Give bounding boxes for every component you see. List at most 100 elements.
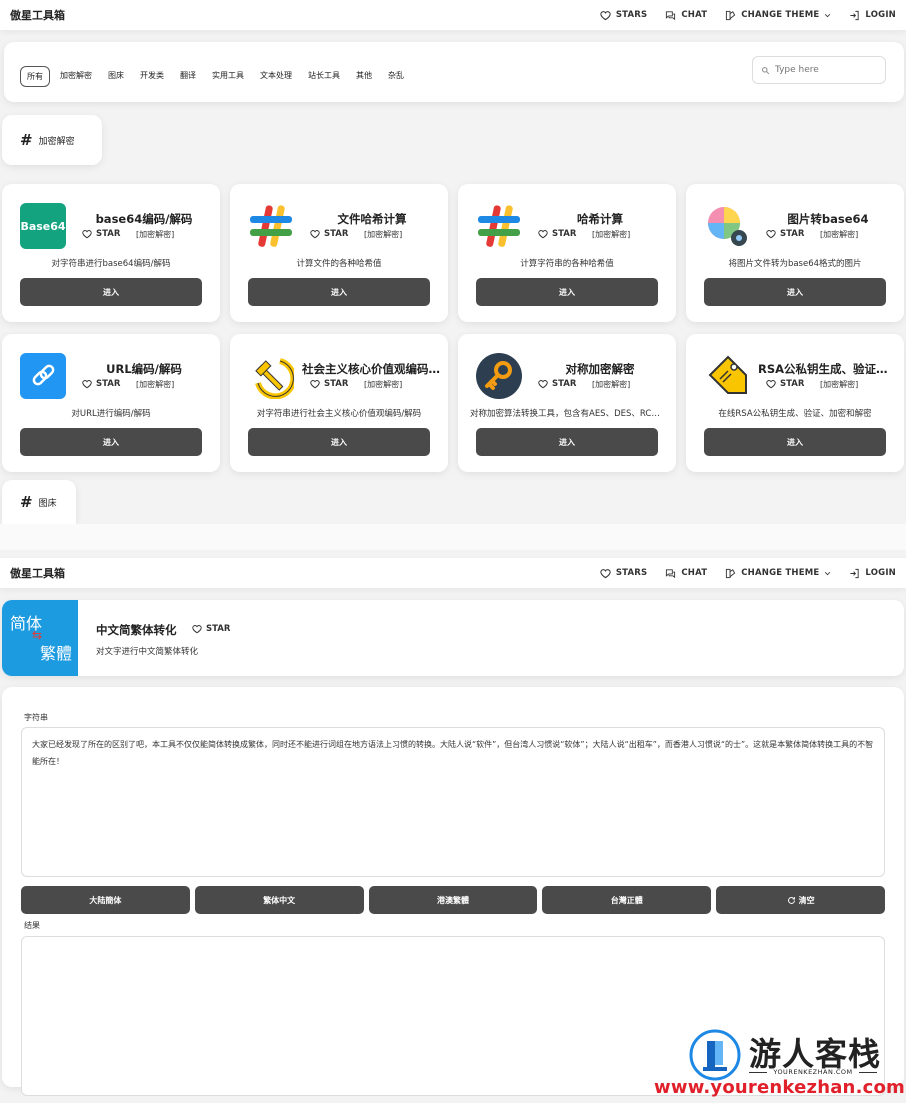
enter-button[interactable]: 进入: [20, 428, 202, 456]
palette-icon: [726, 568, 736, 578]
tab-all[interactable]: 所有: [20, 66, 50, 87]
colorful-hash-icon: [248, 203, 294, 249]
section-title: 加密解密: [38, 136, 75, 147]
heart-icon: [310, 380, 320, 389]
nav-stars-label: STARS: [615, 10, 648, 20]
tool-card-image-base64[interactable]: 图片转base64 STAR [加密解密] 将图片文件转为base64格式的图片…: [686, 184, 904, 322]
tool-card-rsa[interactable]: RSA公私钥生成、验证、加密和解密 STAR [加密解密] 在线RSA公私钥生成…: [686, 334, 904, 472]
tag-icon: [704, 353, 750, 399]
enter-button[interactable]: 进入: [704, 278, 886, 306]
star-button[interactable]: STAR: [538, 229, 576, 239]
nav-login[interactable]: LOGIN: [849, 568, 896, 579]
tool-card-symmetric-crypto[interactable]: 对称加密解密 STAR [加密解密] 对称加密算法转换工具，包含有AES、DES…: [458, 334, 676, 472]
brand-logo[interactable]: 傲星工具箱: [10, 565, 65, 581]
heart-icon: [82, 380, 92, 389]
nav-chat[interactable]: CHAT: [665, 10, 707, 21]
colorful-hash-icon: [476, 203, 522, 249]
star-button[interactable]: STAR: [538, 379, 576, 389]
nav-login-label: LOGIN: [865, 568, 896, 578]
tool-desc: 计算字符串的各种哈希值: [520, 259, 614, 269]
photo-icon: [704, 203, 750, 249]
clear-button[interactable]: 清空: [716, 886, 885, 914]
enter-button[interactable]: 进入: [248, 278, 430, 306]
star-button[interactable]: STAR: [82, 379, 120, 389]
tab-other[interactable]: 其他: [350, 66, 378, 87]
star-label: STAR: [780, 229, 805, 239]
star-button[interactable]: STAR: [310, 229, 348, 239]
nav-stars[interactable]: STARS: [600, 568, 648, 579]
chat-icon: [666, 568, 676, 578]
tool-detail-header: 简体 ⇆ 繁體 中文简繁体转化 STAR 对文字进行中文简繁体转化: [2, 600, 904, 676]
tool-desc: 在线RSA公私钥生成、验证、加密和解密: [718, 409, 872, 419]
star-button[interactable]: STAR: [766, 379, 804, 389]
nav-theme[interactable]: CHANGE THEME: [725, 568, 831, 579]
source-text-input[interactable]: 大家已经发现了所在的区别了吧，本工具不仅仅能简体转换成繁体，同时还不能进行词组在…: [21, 727, 885, 877]
star-button[interactable]: STAR: [192, 624, 230, 634]
tab-misc[interactable]: 杂乱: [382, 66, 410, 87]
tab-translate[interactable]: 翻译: [174, 66, 202, 87]
watermark-url: www.yourenkezhan.com: [654, 1077, 905, 1098]
section-encrypt-header: # 加密解密: [2, 115, 102, 165]
tab-encrypt[interactable]: 加密解密: [54, 66, 98, 87]
tool-category: [加密解密]: [592, 380, 631, 389]
nav-chat[interactable]: CHAT: [665, 568, 707, 579]
heart-icon: [538, 380, 548, 389]
star-label: STAR: [780, 379, 805, 389]
chat-icon: [666, 10, 676, 20]
brand-logo[interactable]: 傲星工具箱: [10, 7, 65, 23]
heart-icon: [192, 625, 202, 634]
enter-button[interactable]: 进入: [248, 428, 430, 456]
star-label: STAR: [324, 229, 349, 239]
section-imagebed-header: # 图床: [2, 480, 76, 524]
nav-login[interactable]: LOGIN: [849, 10, 896, 21]
to-taiwan-traditional-button[interactable]: 台灣正體: [542, 886, 712, 914]
star-button[interactable]: STAR: [310, 379, 348, 389]
convert-button-row: 大陆簡体 繁体中文 港澳繁體 台灣正體 清空: [21, 886, 885, 914]
heart-icon: [82, 230, 92, 239]
tool-desc: 计算文件的各种哈希值: [296, 259, 382, 269]
tool-card-file-hash[interactable]: 文件哈希计算 STAR [加密解密] 计算文件的各种哈希值 进入: [230, 184, 448, 322]
watermark-logo-icon: [689, 1029, 741, 1081]
nav-theme[interactable]: CHANGE THEME: [725, 10, 831, 21]
enter-button[interactable]: 进入: [20, 278, 202, 306]
link-icon: [20, 353, 66, 399]
tool-desc: 对字符串进行社会主义核心价值观编码/解码: [256, 409, 422, 419]
tool-category: [加密解密]: [136, 380, 175, 389]
tab-utility[interactable]: 实用工具: [206, 66, 250, 87]
tab-dev[interactable]: 开发类: [134, 66, 170, 87]
category-filter-bar: 所有 加密解密 图床 开发类 翻译 实用工具 文本处理 站长工具 其他 杂乱: [4, 42, 904, 102]
tool-name: 文件哈希计算: [337, 212, 407, 226]
tool-card-base64[interactable]: Base64 base64编码/解码 STAR [加密解密] 对字符串进行bas…: [2, 184, 220, 322]
nav-stars[interactable]: STARS: [600, 10, 648, 21]
enter-button[interactable]: 进入: [476, 428, 658, 456]
star-button[interactable]: STAR: [766, 229, 804, 239]
to-traditional-button[interactable]: 繁体中文: [194, 886, 364, 914]
category-tabs: 所有 加密解密 图床 开发类 翻译 实用工具 文本处理 站长工具 其他 杂乱: [20, 66, 410, 87]
tool-card-hash[interactable]: 哈希计算 STAR [加密解密] 计算字符串的各种哈希值 进入: [458, 184, 676, 322]
top-navbar: 傲星工具箱 STARS CHAT CHANGE THEME LOGIN: [0, 558, 906, 588]
tool-card-url[interactable]: URL编码/解码 STAR [加密解密] 对URL进行编码/解码 进入: [2, 334, 220, 472]
tab-webmaster[interactable]: 站长工具: [302, 66, 346, 87]
heart-icon: [766, 230, 776, 239]
search-input[interactable]: [775, 65, 875, 75]
palette-icon: [726, 10, 736, 20]
to-simplified-mainland-button[interactable]: 大陆簡体: [21, 886, 190, 914]
star-button[interactable]: STAR: [82, 229, 120, 239]
nav-login-label: LOGIN: [865, 10, 896, 20]
tab-text[interactable]: 文本处理: [254, 66, 298, 87]
enter-button[interactable]: 进入: [476, 278, 658, 306]
star-label: STAR: [324, 379, 349, 389]
site-watermark: 游人客栈 YOURENKEZHAN.COM www.yourenkezhan.c…: [645, 1025, 905, 1103]
tab-imagebed[interactable]: 图床: [102, 66, 130, 87]
watermark-en-text: YOURENKEZHAN.COM: [773, 1068, 853, 1076]
section-title: 图床: [38, 498, 57, 509]
to-hongkong-traditional-button[interactable]: 港澳繁體: [368, 886, 538, 914]
hash-icon: #: [20, 493, 33, 511]
input-label: 字符串: [24, 713, 48, 722]
top-navbar: 傲星工具箱 STARS CHAT CHANGE THEME LOGIN: [0, 0, 906, 30]
enter-button[interactable]: 进入: [704, 428, 886, 456]
tool-desc: 对字符串进行base64编码/解码: [51, 259, 171, 269]
search-box[interactable]: [752, 56, 886, 84]
tool-card-socialist-values[interactable]: 社会主义核心价值观编码/解码 STAR [加密解密] 对字符串进行社会主义核心价…: [230, 334, 448, 472]
tool-category: [加密解密]: [592, 230, 631, 239]
